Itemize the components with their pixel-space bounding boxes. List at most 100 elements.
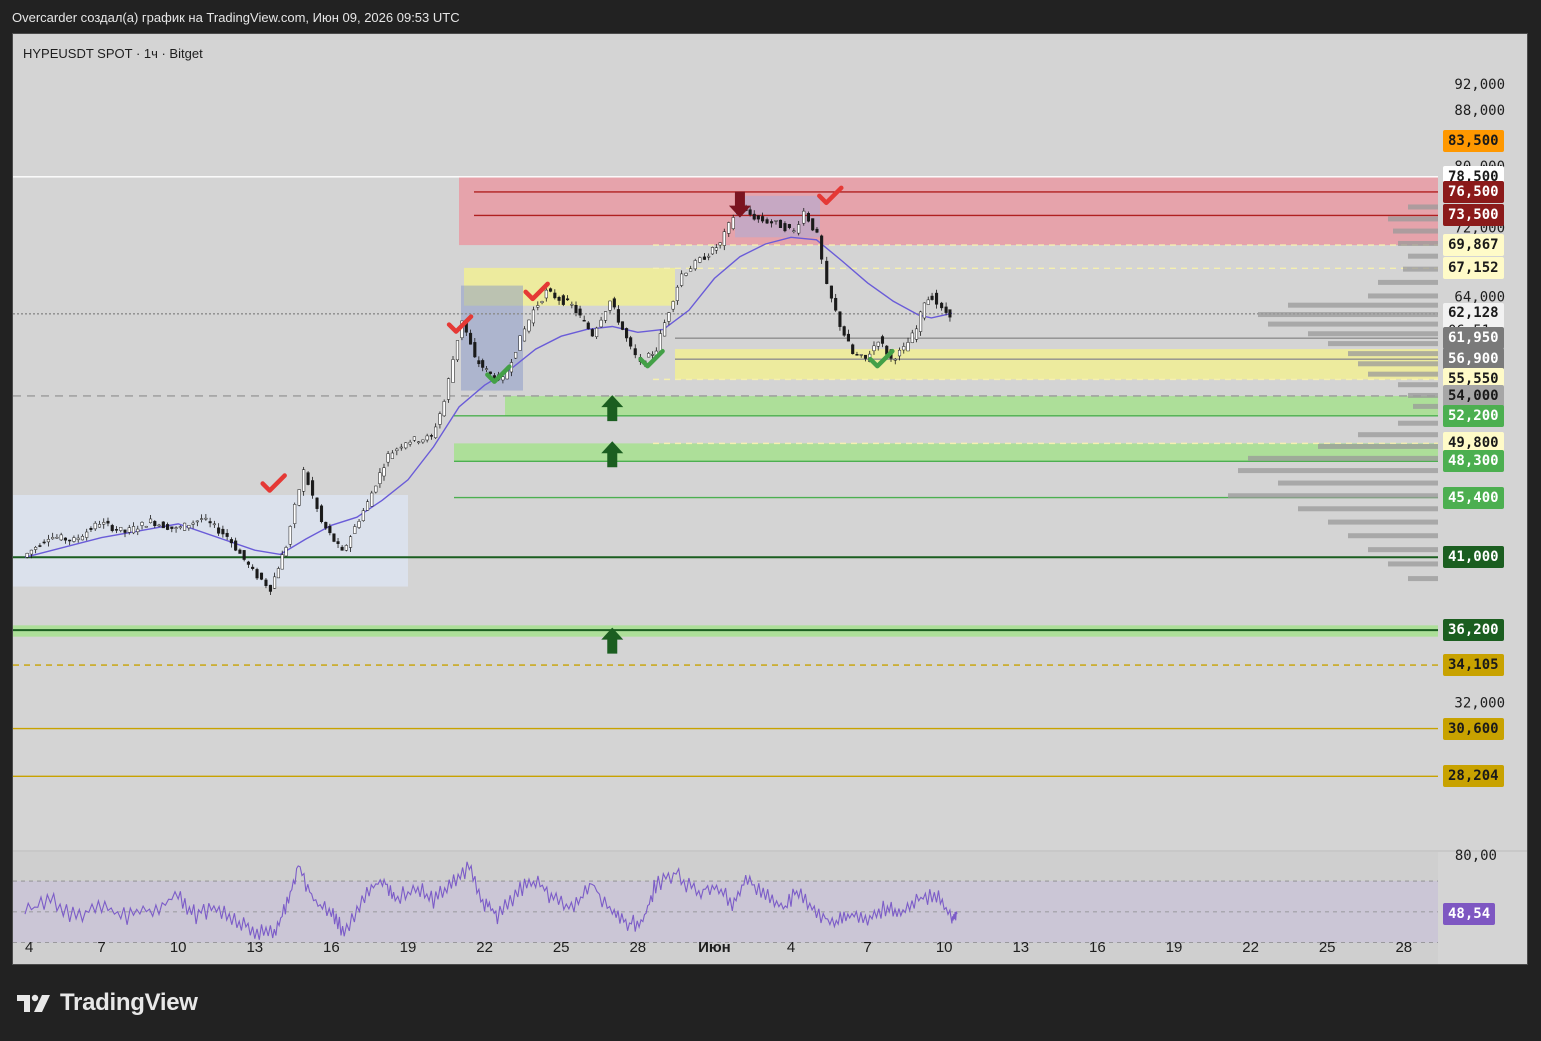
candle-body <box>412 436 416 441</box>
symbol-label[interactable]: HYPEUSDT SPOT · 1ч · Bitget <box>23 46 203 61</box>
candle-body <box>417 441 421 444</box>
candle-body <box>378 472 382 484</box>
candle-body <box>829 285 833 299</box>
candle-body <box>55 536 59 539</box>
candle-body <box>477 360 481 365</box>
candle-body <box>514 352 518 359</box>
candle-body <box>148 518 153 524</box>
x-tick-label: 13 <box>246 939 263 956</box>
candle-body <box>451 359 455 383</box>
volume-profile-bar-9 <box>1258 312 1438 318</box>
zone-resistance-0 <box>459 176 1438 246</box>
price-tag-69867[interactable]: 69,867 <box>1443 234 1504 257</box>
x-tick-label: 13 <box>1012 939 1029 956</box>
price-chart-canvas[interactable]: 4 7 10 13 16 19 22 25 28 Июн 4 7 10 13 16 19 22 25 28 92,00… <box>13 34 1527 964</box>
candle-body <box>183 522 187 531</box>
volume-profile-bar-15 <box>1368 371 1438 377</box>
volume-profile-bar-18 <box>1413 403 1438 409</box>
candle-body <box>229 539 233 544</box>
candle-body <box>557 297 561 301</box>
price-tag-73500[interactable]: 73,500 <box>1443 204 1504 227</box>
rsi-value-tag[interactable]: 48,54 <box>1443 903 1496 926</box>
candle-body <box>484 368 489 370</box>
candle-body <box>51 537 55 540</box>
candle-body <box>926 299 930 305</box>
candle-body <box>620 321 625 330</box>
candle-body <box>769 221 774 224</box>
volume-profile-bar-6 <box>1378 279 1438 285</box>
candle-body <box>689 268 693 272</box>
candle-body <box>276 568 280 579</box>
x-tick-label: 25 <box>1319 939 1336 956</box>
candle-body <box>386 453 390 463</box>
volume-profile-bar-30 <box>1388 561 1438 567</box>
price-tag-83500[interactable]: 83,500 <box>1443 129 1504 152</box>
candle-body <box>842 326 846 336</box>
price-tag-61950[interactable]: 61,950 <box>1443 327 1504 350</box>
candle-body <box>756 215 760 220</box>
y-tick-label: 92,000 <box>1454 77 1505 93</box>
candle-body <box>191 522 195 525</box>
candle-body <box>273 576 277 589</box>
volume-profile-bar-8 <box>1288 302 1438 308</box>
candle-body <box>940 302 944 309</box>
candle-body <box>89 528 93 530</box>
candle-body <box>353 526 357 534</box>
chart-frame[interactable]: 4 7 10 13 16 19 22 25 28 Июн 4 7 10 13 16 19 22 25 28 92,00… <box>12 33 1528 965</box>
candle-body <box>119 527 123 531</box>
price-tag-67152[interactable]: 67,152 <box>1443 257 1504 280</box>
candle-body <box>693 260 697 270</box>
candle-body <box>357 521 361 528</box>
candle-body <box>595 327 599 337</box>
candle-body <box>153 521 157 527</box>
candle-body <box>25 553 29 558</box>
price-tag-56900[interactable]: 56,900 <box>1443 348 1504 371</box>
candle-body <box>170 526 174 529</box>
candle-body <box>374 485 378 493</box>
candle-body <box>136 528 140 533</box>
candle-body <box>616 309 620 323</box>
volume-profile-bar-23 <box>1238 468 1438 474</box>
candle-body <box>684 272 688 276</box>
price-tag-54000[interactable]: 54,000 <box>1443 384 1504 407</box>
candle-body <box>349 536 353 548</box>
candle-body <box>225 532 229 537</box>
price-tag-34105[interactable]: 34,105 <box>1443 654 1504 677</box>
candle-body <box>408 441 412 445</box>
price-tag-30600[interactable]: 30,600 <box>1443 717 1504 740</box>
chart-header-title: Overcarder создал(а) график на TradingVi… <box>12 10 460 25</box>
candle-body <box>518 335 522 351</box>
tradingview-logo[interactable]: TradingView <box>16 989 198 1017</box>
candle-body <box>127 527 131 533</box>
candle-body <box>178 526 182 529</box>
candle-body <box>778 219 783 228</box>
price-tag-28204[interactable]: 28,204 <box>1443 765 1504 788</box>
price-tag-48300[interactable]: 48,300 <box>1443 450 1504 473</box>
price-tag-45400[interactable]: 45,400 <box>1443 486 1504 509</box>
volume-profile-bar-29 <box>1368 547 1438 553</box>
price-tag-76500[interactable]: 76,500 <box>1443 180 1504 203</box>
candle-body <box>671 301 675 310</box>
rsi-y-tick-label: 80,00 <box>1455 848 1497 864</box>
candle-body <box>727 222 731 234</box>
price-tag-41000[interactable]: 41,000 <box>1443 546 1504 569</box>
candle-body <box>792 230 796 232</box>
volume-profile-bar-7 <box>1368 293 1438 299</box>
candle-body <box>242 550 246 560</box>
candle-body <box>455 340 460 361</box>
volume-profile-bar-21 <box>1318 443 1438 449</box>
price-tag-52200[interactable]: 52,200 <box>1443 404 1504 427</box>
x-tick-label: 28 <box>629 939 646 956</box>
candle-body <box>390 452 394 459</box>
candle-body <box>599 319 603 328</box>
candle-body <box>944 306 948 313</box>
volume-profile-bar-1 <box>1388 216 1438 222</box>
candle-body <box>574 304 578 313</box>
candle-body <box>288 526 292 545</box>
candle-body <box>553 292 557 299</box>
candle-body <box>311 480 315 496</box>
candle-body <box>434 426 438 439</box>
x-tick-label: 19 <box>1166 939 1183 956</box>
price-tag-36200[interactable]: 36,200 <box>1443 619 1504 642</box>
candle-body <box>208 521 212 524</box>
